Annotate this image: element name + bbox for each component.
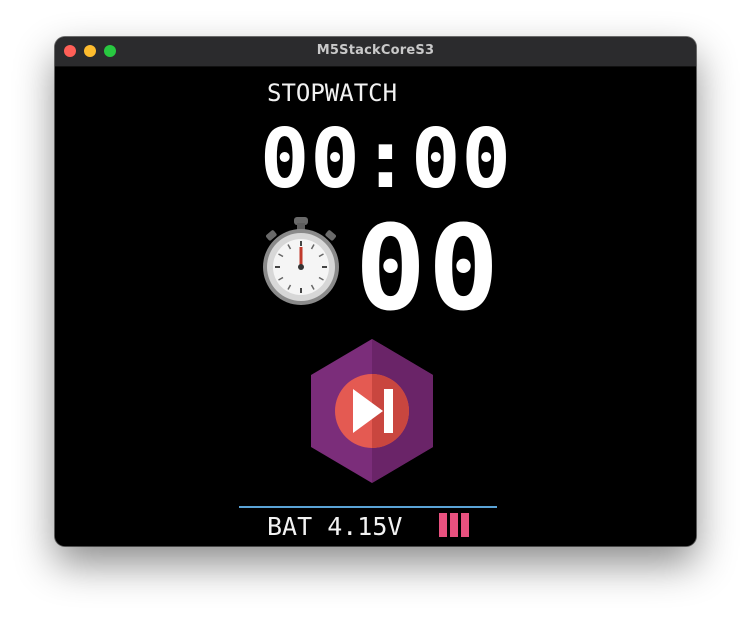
seconds-display: 00 (355, 199, 502, 337)
window-title: M5StackCoreS3 (316, 43, 435, 58)
title-bar: M5StackCoreS3 (55, 37, 696, 67)
battery-bar (439, 513, 447, 537)
battery-label: BAT 4.15V (267, 512, 403, 541)
battery-bar (450, 513, 458, 537)
skip-button[interactable] (307, 337, 437, 485)
stopwatch-icon (260, 217, 342, 307)
battery-bar (461, 513, 469, 537)
stopwatch-label: STOPWATCH (267, 79, 398, 107)
status-divider (239, 506, 497, 508)
app-window: M5StackCoreS3 STOPWATCH 00:00 00 BAT 4.1… (55, 37, 696, 546)
device-screen: STOPWATCH 00:00 00 BAT 4.15V (55, 67, 696, 546)
battery-level-indicator (439, 513, 469, 537)
timer-display: 00:00 (260, 112, 512, 207)
